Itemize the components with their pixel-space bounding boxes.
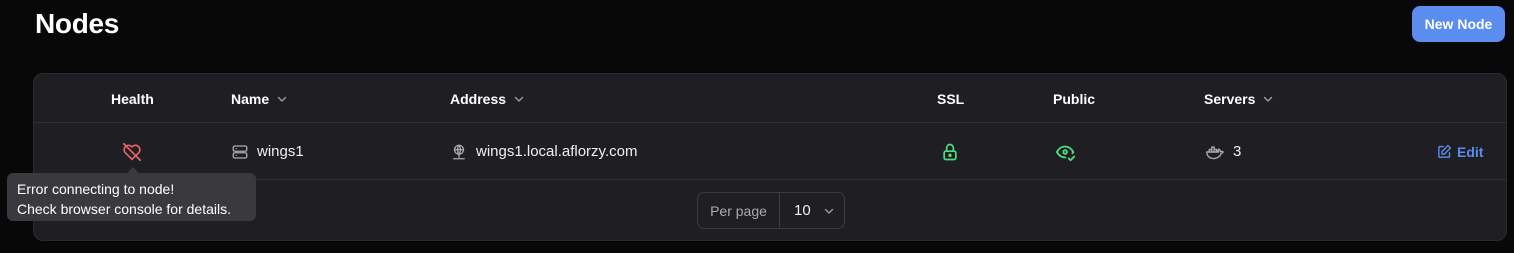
per-page-control: Per page 10 [697,192,845,229]
lock-icon [940,142,960,162]
column-header-health: Health [111,74,154,123]
chevron-down-icon [513,93,525,105]
node-address: wings1.local.aflorzy.com [476,143,638,160]
public-cell [1055,123,1077,180]
per-page-value: 10 [794,202,811,219]
per-page-select[interactable]: 10 [780,193,844,228]
edit-icon[interactable] [1437,144,1452,159]
column-label-public: Public [1053,90,1096,107]
node-name: wings1 [257,143,304,160]
chevron-down-icon [276,93,288,105]
column-header-ssl: SSL [937,74,964,123]
column-label-address: Address [450,90,507,107]
edit-link[interactable]: Edit [1457,144,1483,160]
servers-cell: 3 [1205,123,1241,180]
per-page-label: Per page [698,193,780,228]
column-header-public: Public [1053,74,1095,123]
page-title: Nodes [35,8,120,39]
server-icon [231,143,249,161]
column-label-name: Name [231,90,270,107]
column-label-servers: Servers [1204,90,1256,107]
servers-count: 3 [1233,143,1242,160]
tooltip-line-1: Error connecting to node! [17,181,175,197]
heart-off-icon[interactable] [121,141,143,163]
name-cell: wings1 [231,123,304,180]
tooltip-line-2: Check browser console for details. [17,201,231,217]
eye-check-icon [1055,141,1077,163]
column-header-name[interactable]: Name [231,74,288,123]
network-globe-icon [450,143,468,161]
health-error-tooltip: Error connecting to node! Check browser … [7,173,256,221]
chevron-down-icon [823,205,835,217]
column-label-health: Health [111,90,154,107]
address-cell: wings1.local.aflorzy.com [450,123,637,180]
edit-cell[interactable]: Edit [1437,123,1483,180]
docker-icon [1205,143,1225,161]
column-header-servers[interactable]: Servers [1204,74,1274,123]
table-row[interactable]: wings1 wings1.local.aflorzy.com 3 Edit [34,123,1506,180]
table-header: Health Name Address SSL Public Servers [34,74,1506,123]
column-label-ssl: SSL [937,90,965,107]
chevron-down-icon [1262,93,1274,105]
new-node-button[interactable]: New Node [1412,6,1505,42]
column-header-address[interactable]: Address [450,74,525,123]
ssl-cell [940,123,960,180]
